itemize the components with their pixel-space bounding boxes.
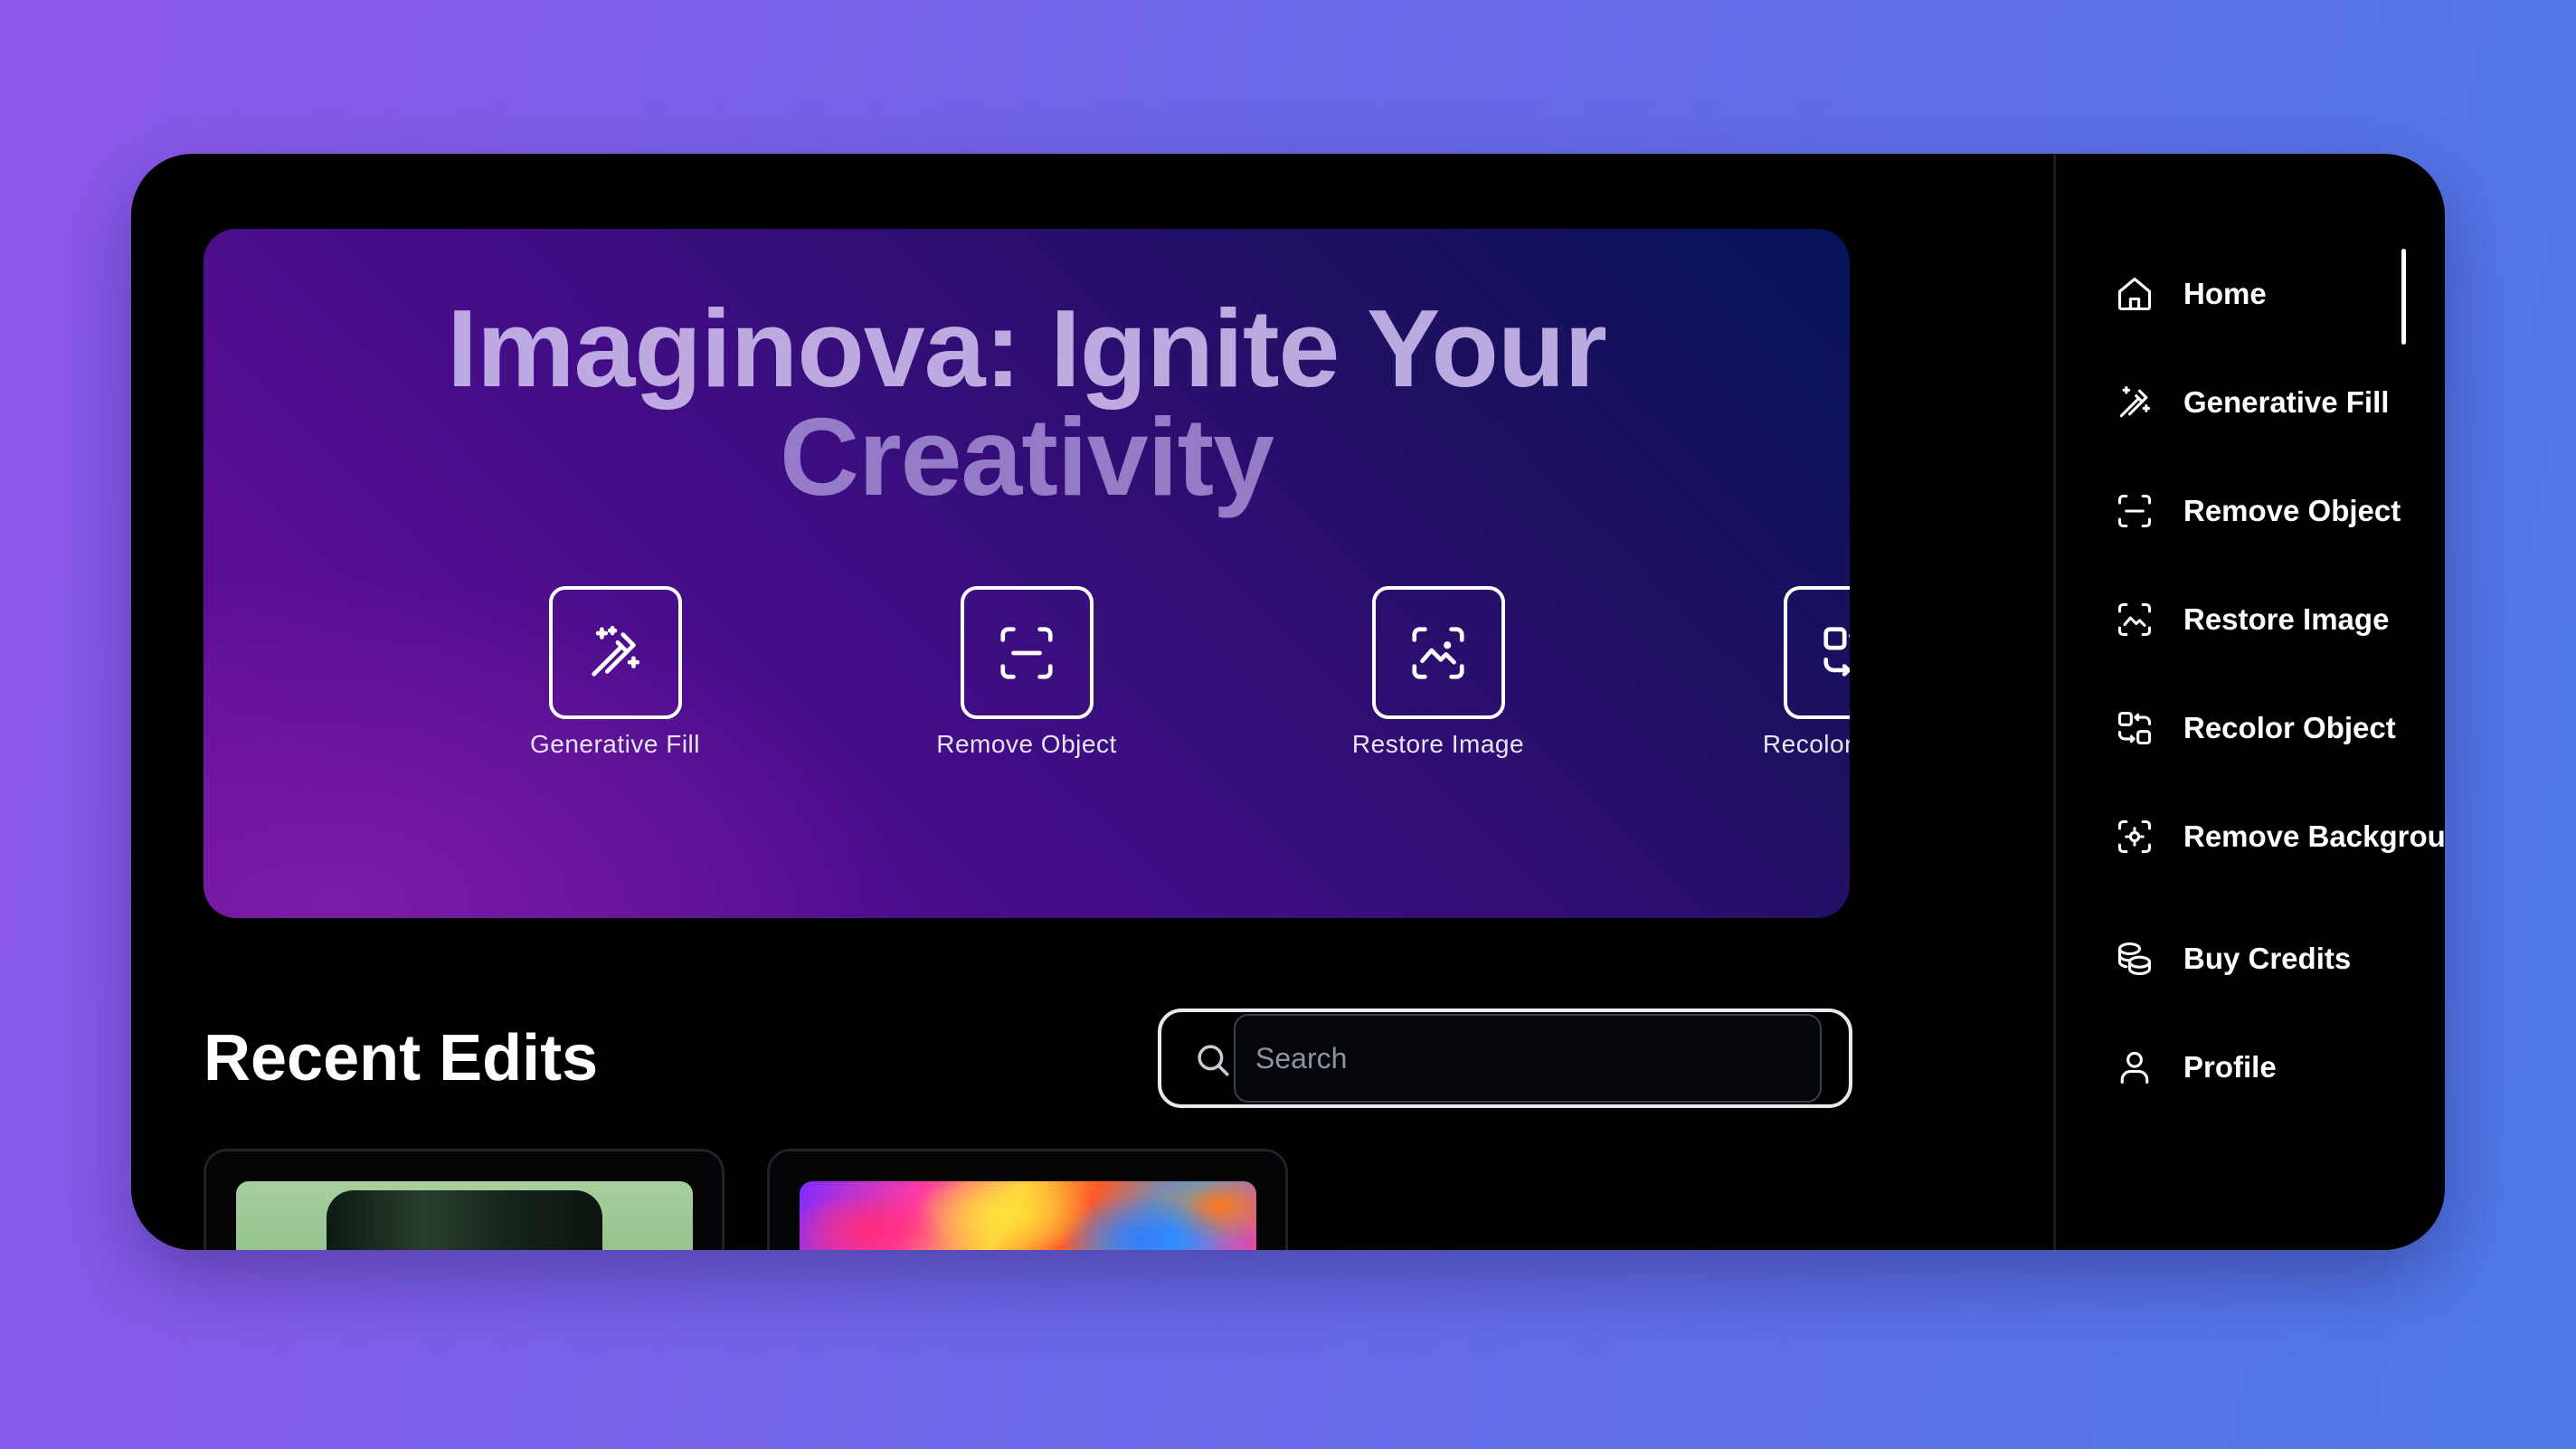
search-field-wrapper: [1234, 1014, 1822, 1103]
scan-image-icon: [1412, 626, 1464, 679]
hero-title-line2: Creativity: [779, 395, 1274, 518]
sidebar-item-label: Profile: [2183, 1050, 2277, 1084]
swap-shapes-icon: [1823, 626, 1850, 677]
scan-icon: [1000, 626, 1053, 679]
sidebar-item-label: Generative Fill: [2183, 385, 2390, 419]
sidebar-item-label: Remove Object: [2183, 494, 2401, 527]
sidebar-item-label: Restore Image: [2183, 602, 2390, 636]
tool-box: [548, 586, 682, 719]
sidebar-item-restore-image[interactable]: Restore Image: [2115, 588, 2389, 651]
jar-lid: [327, 1190, 602, 1250]
tool-label: Restore Image: [1351, 730, 1525, 758]
tool-remove-object[interactable]: Remove Object: [882, 586, 1171, 759]
tool-recolor-object[interactable]: Recolor Object: [1705, 586, 1850, 759]
main-content: Imaginova: Ignite Your Creativity Genera…: [131, 154, 2053, 1250]
sidebar-item-profile[interactable]: Profile: [2115, 1036, 2277, 1099]
quick-tools: Generative Fill Remove Object Restore Im…: [204, 586, 1850, 785]
colorful-abstract-image: [800, 1181, 1256, 1250]
coins-icon: [2117, 942, 2152, 976]
user-icon: [2120, 1051, 2149, 1084]
sidebar-item-label: Recolor Object: [2183, 711, 2396, 744]
tool-box: [1783, 586, 1850, 719]
search-icon: [1198, 1045, 1229, 1076]
sidebar-item-label: Home: [2183, 277, 2267, 310]
scan-icon: [2117, 494, 2152, 528]
sidebar-item-remove-object[interactable]: Remove Object: [2115, 479, 2401, 543]
swap-shapes-icon: [2117, 711, 2152, 745]
tool-restore-image[interactable]: Restore Image: [1293, 586, 1583, 759]
hero-banner: Imaginova: Ignite Your Creativity Genera…: [204, 229, 1850, 918]
hero-title: Imaginova: Ignite Your Creativity: [204, 287, 1850, 518]
tool-box: [1371, 586, 1505, 719]
tool-label: Remove Object: [936, 730, 1117, 758]
recent-edit-card[interactable]: [204, 1149, 724, 1250]
sidebar: Home Generative Fill Remove Object Resto…: [2053, 154, 2445, 1250]
recent-edit-card[interactable]: [767, 1149, 1288, 1250]
tool-generative-fill[interactable]: Generative Fill: [470, 586, 760, 759]
recent-edits-title: Recent Edits: [204, 1022, 599, 1094]
search-input[interactable]: [1236, 1016, 1820, 1101]
sidebar-item-label: Remove Background: [2183, 819, 2445, 853]
app-window: Imaginova: Ignite Your Creativity Genera…: [131, 154, 2445, 1250]
sidebar-item-home[interactable]: Home: [2115, 262, 2267, 326]
hero-title-line1: Imaginova: Ignite Your: [447, 287, 1607, 410]
home-icon: [2117, 277, 2152, 311]
wand-icon: [2119, 385, 2151, 418]
sidebar-item-generative-fill[interactable]: Generative Fill: [2115, 371, 2389, 434]
sidebar-scrollbar[interactable]: [2401, 249, 2406, 345]
tool-label: Recolor Object: [1762, 730, 1850, 758]
green-jar-image: [236, 1181, 693, 1250]
tool-label: Generative Fill: [529, 730, 700, 758]
sidebar-item-buy-credits[interactable]: Buy Credits: [2115, 927, 2351, 990]
search-bar[interactable]: [1158, 1009, 1852, 1108]
wand-icon: [592, 625, 640, 677]
scan-image-icon: [2117, 602, 2152, 637]
sidebar-item-recolor-object[interactable]: Recolor Object: [2115, 696, 2396, 760]
tool-box: [960, 586, 1094, 719]
sidebar-item-remove-background[interactable]: Remove Background: [2115, 805, 2445, 868]
sidebar-item-label: Buy Credits: [2183, 942, 2352, 975]
scan-focus-icon: [2117, 819, 2152, 854]
